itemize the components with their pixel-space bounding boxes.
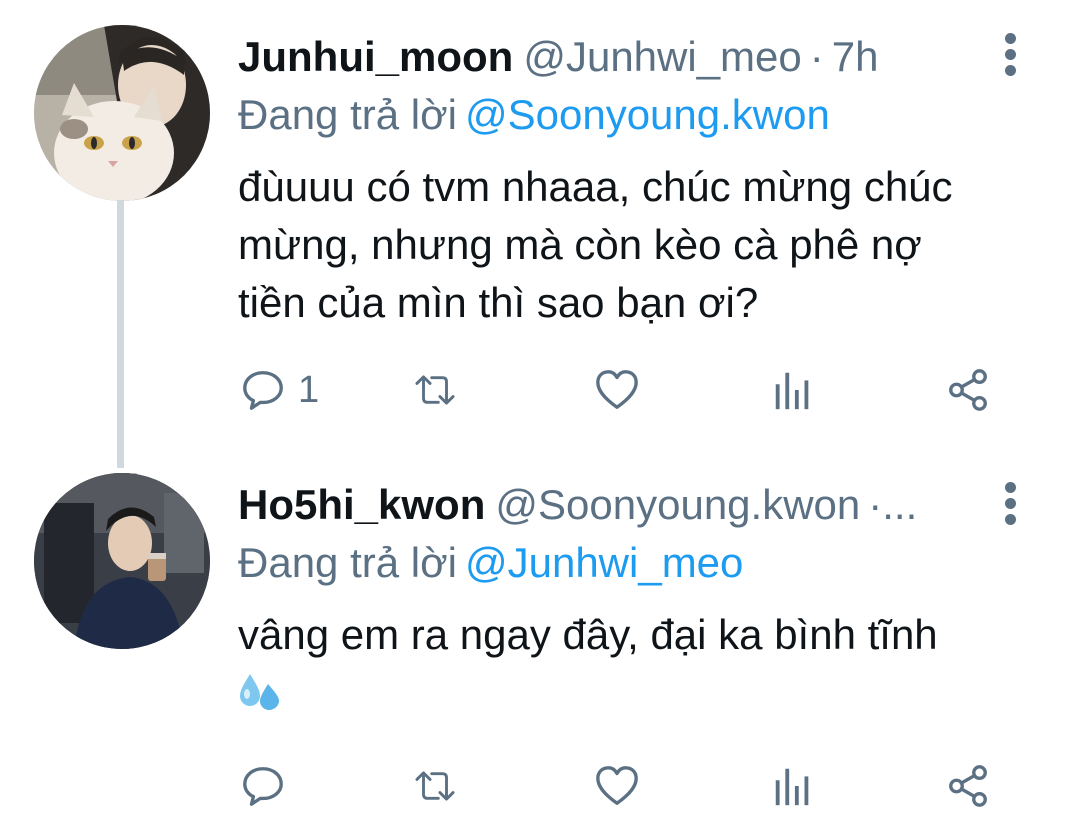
share-button[interactable]: [945, 360, 991, 420]
avatar[interactable]: [34, 25, 210, 201]
reply-icon: [243, 767, 283, 806]
sweat-droplets-icon: [238, 670, 998, 729]
heart-icon: [596, 370, 638, 409]
tweet-text: vâng em ra ngay đây, đại ka bình tĩnh: [238, 611, 938, 658]
thread-connector: [117, 200, 124, 468]
mention-link[interactable]: @Junhwi_meo: [465, 539, 743, 586]
retweet-button[interactable]: [412, 756, 458, 816]
tweet-actions: [0, 756, 1080, 816]
display-name[interactable]: Ho5hi_kwon: [238, 481, 485, 528]
stats-button[interactable]: [770, 360, 816, 420]
separator: ·: [809, 33, 824, 80]
user-handle[interactable]: @Soonyoung.kwon: [495, 481, 860, 528]
replying-prefix: Đang trả lời: [238, 539, 457, 586]
tweet-header: Ho5hi_kwon @Soonyoung.kwon ·...: [238, 480, 925, 530]
avatar[interactable]: [34, 473, 210, 649]
separator: ·...: [868, 481, 918, 528]
stats-icon: [775, 768, 809, 806]
retweet-icon: [415, 375, 455, 405]
reply-button[interactable]: 1: [240, 360, 319, 420]
heart-icon: [596, 766, 638, 805]
replying-to-line: Đang trả lời @Soonyoung.kwon: [238, 90, 830, 140]
retweet-icon: [415, 771, 455, 801]
replying-prefix: Đang trả lời: [238, 91, 457, 138]
tweet-text: đùuuu có tvm nhaaa, chúc mừng chúc mừng,…: [238, 163, 953, 326]
stats-icon: [775, 372, 809, 410]
reply-icon: [243, 371, 283, 410]
display-name[interactable]: Junhui_moon: [238, 33, 513, 80]
more-vertical-icon[interactable]: [1000, 33, 1020, 79]
stats-button[interactable]: [770, 756, 816, 816]
tweet[interactable]: Junhui_moon @Junhwi_meo · 7h Đang trả lời @S…: [0, 0, 1080, 468]
tweet-header: Junhui_moon @Junhwi_meo · 7h: [238, 32, 878, 82]
like-button[interactable]: [594, 756, 640, 816]
tweet-text-wrapper: vâng em ra ngay đây, đại ka bình tĩnh: [238, 606, 998, 729]
share-icon: [949, 765, 987, 807]
reply-button[interactable]: [240, 756, 286, 816]
retweet-button[interactable]: [412, 360, 458, 420]
mention-link[interactable]: @Soonyoung.kwon: [465, 91, 830, 138]
more-vertical-icon[interactable]: [1000, 482, 1020, 528]
tweet[interactable]: Ho5hi_kwon @Soonyoung.kwon ·... Đang trả l…: [0, 460, 1080, 826]
avatar-photo-man-drinking: [34, 473, 210, 649]
reply-count: 1: [298, 368, 320, 411]
share-button[interactable]: [945, 756, 991, 816]
avatar-photo-with-cat: [34, 25, 210, 201]
like-button[interactable]: [594, 360, 640, 420]
timestamp[interactable]: 7h: [832, 33, 879, 80]
share-icon: [949, 369, 987, 411]
tweet-actions: 1: [0, 360, 1080, 420]
user-handle[interactable]: @Junhwi_meo: [523, 33, 801, 80]
replying-to-line: Đang trả lời @Junhwi_meo: [238, 538, 743, 588]
